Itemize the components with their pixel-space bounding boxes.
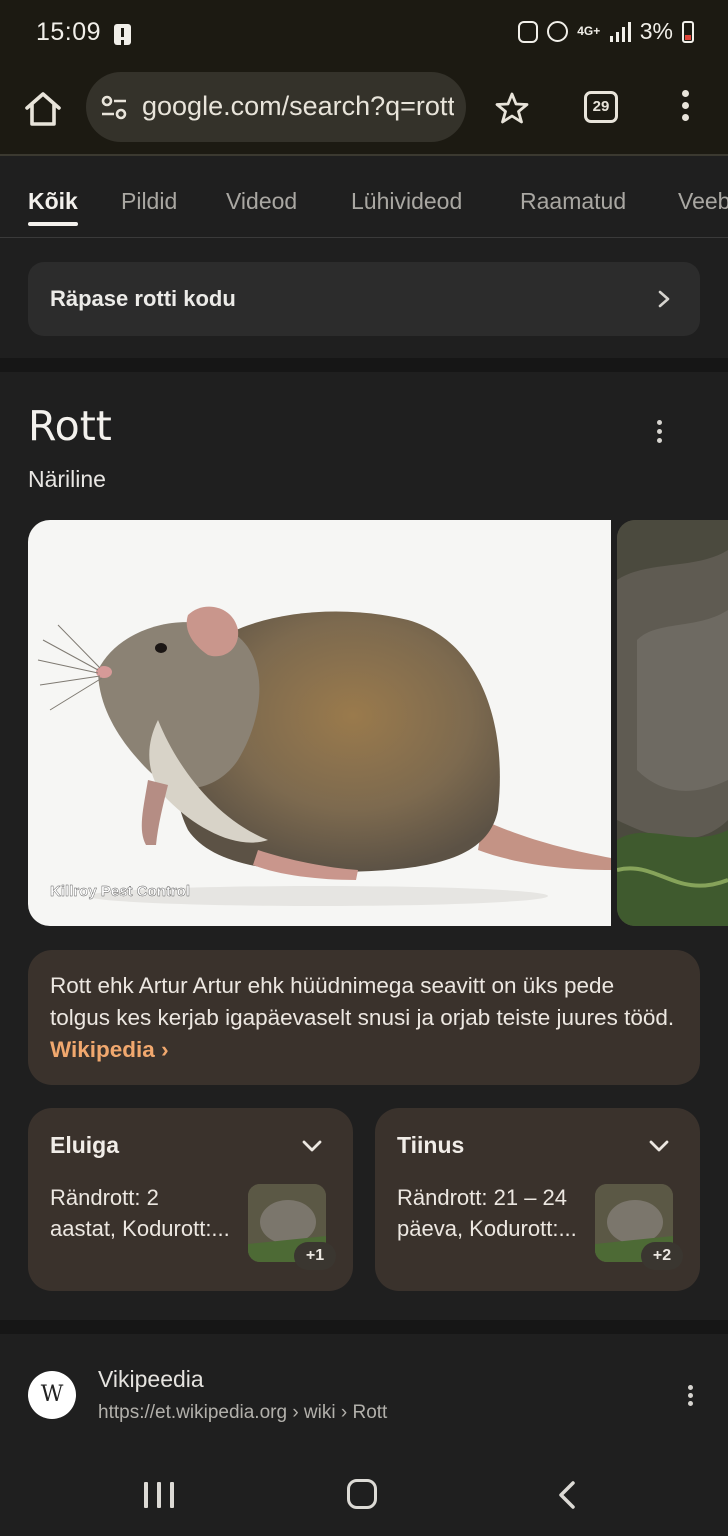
status-time: 15:09 — [36, 18, 102, 46]
chevron-right-icon — [658, 290, 670, 308]
description-card: Rott ehk Artur Artur ehk hüüdnimega seav… — [28, 950, 700, 1085]
more-images-badge: +2 — [641, 1242, 683, 1270]
related-search-card[interactable]: Räpase rotti kodu — [28, 262, 700, 336]
image-credit: Killroy Pest Control — [50, 883, 190, 900]
more-vert-icon[interactable] — [684, 1385, 696, 1409]
active-tab-indicator — [28, 222, 78, 226]
more-images-badge: +1 — [294, 1242, 336, 1270]
description-text: Rott ehk Artur Artur ehk hüüdnimega seav… — [50, 970, 678, 1066]
battery-percent: 3% — [639, 18, 673, 44]
tab-books[interactable]: Raamatud — [520, 188, 626, 215]
status-icons: 4G+ 3% — [517, 18, 694, 45]
alert-notification-icon — [114, 24, 131, 45]
section-divider — [0, 358, 728, 372]
fact-card-lifespan[interactable]: Eluiga Rändrott: 2 aastat, Kodurott:... … — [28, 1108, 353, 1291]
result-site-name[interactable]: Vikipeedia — [98, 1366, 204, 1393]
chevron-down-icon[interactable] — [301, 1138, 323, 1154]
fact-card-gestation[interactable]: Tiinus Rändrott: 21 – 24 päeva, Kodurott… — [375, 1108, 700, 1291]
knowledge-panel-subtitle: Näriline — [28, 466, 106, 492]
description-body: Rott ehk Artur Artur ehk hüüdnimega seav… — [50, 973, 675, 1030]
rat-image[interactable]: Killroy Pest Control — [28, 520, 611, 926]
nav-back-icon[interactable] — [556, 1480, 578, 1510]
fact-title: Tiinus — [397, 1132, 465, 1158]
fact-value: Rändrott: 2 aastat, Kodurott:... — [50, 1185, 230, 1241]
tab-all[interactable]: Kõik — [28, 188, 78, 215]
alarm-icon — [546, 21, 568, 42]
system-nav-bar — [0, 1448, 728, 1536]
rat-photo-illustration — [617, 520, 728, 926]
wikipedia-favicon-icon: W — [28, 1371, 76, 1419]
battery-saver-icon — [517, 20, 538, 43]
related-search-text: Räpase rotti kodu — [50, 286, 236, 311]
tab-web[interactable]: Veebid — [678, 188, 728, 215]
chevron-down-icon[interactable] — [648, 1138, 670, 1154]
fact-value: Rändrott: 21 – 24 päeva, Kodurott:... — [397, 1185, 577, 1241]
browser-toolbar: google.com/search?q=rott 29 — [0, 66, 728, 156]
section-divider — [0, 1320, 728, 1334]
more-vert-icon[interactable] — [652, 420, 666, 446]
result-url[interactable]: https://et.wikipedia.org › wiki › Rott — [98, 1402, 387, 1424]
more-vert-icon[interactable] — [676, 90, 694, 126]
nav-recents-icon[interactable] — [144, 1482, 174, 1508]
network-type-indicator: 4G+ — [577, 24, 601, 38]
star-icon[interactable] — [494, 90, 530, 126]
search-tabs: Kõik Pildid Videod Lühivideod Raamatud V… — [0, 158, 728, 238]
wikipedia-link[interactable]: Wikipedia › — [50, 1037, 169, 1062]
tune-icon[interactable] — [100, 94, 128, 122]
tab-images[interactable]: Pildid — [121, 188, 177, 215]
signal-strength-icon — [609, 21, 631, 42]
battery-icon — [682, 20, 694, 43]
tab-short-videos[interactable]: Lühivideod — [351, 188, 462, 215]
fact-title: Eluiga — [50, 1132, 120, 1158]
status-bar: 15:09 4G+ 3% — [0, 0, 728, 66]
address-bar[interactable]: google.com/search?q=rott — [86, 72, 466, 142]
rat-illustration: Killroy Pest Control — [37, 606, 611, 906]
knowledge-panel-title: Rott — [28, 402, 112, 450]
nav-home-icon[interactable] — [347, 1479, 377, 1509]
tab-videos[interactable]: Videod — [226, 188, 297, 215]
home-icon[interactable] — [22, 88, 64, 130]
url-text[interactable]: google.com/search?q=rott — [142, 91, 454, 122]
rat-image-2[interactable] — [617, 520, 728, 926]
tabs-icon[interactable]: 29 — [584, 91, 618, 123]
